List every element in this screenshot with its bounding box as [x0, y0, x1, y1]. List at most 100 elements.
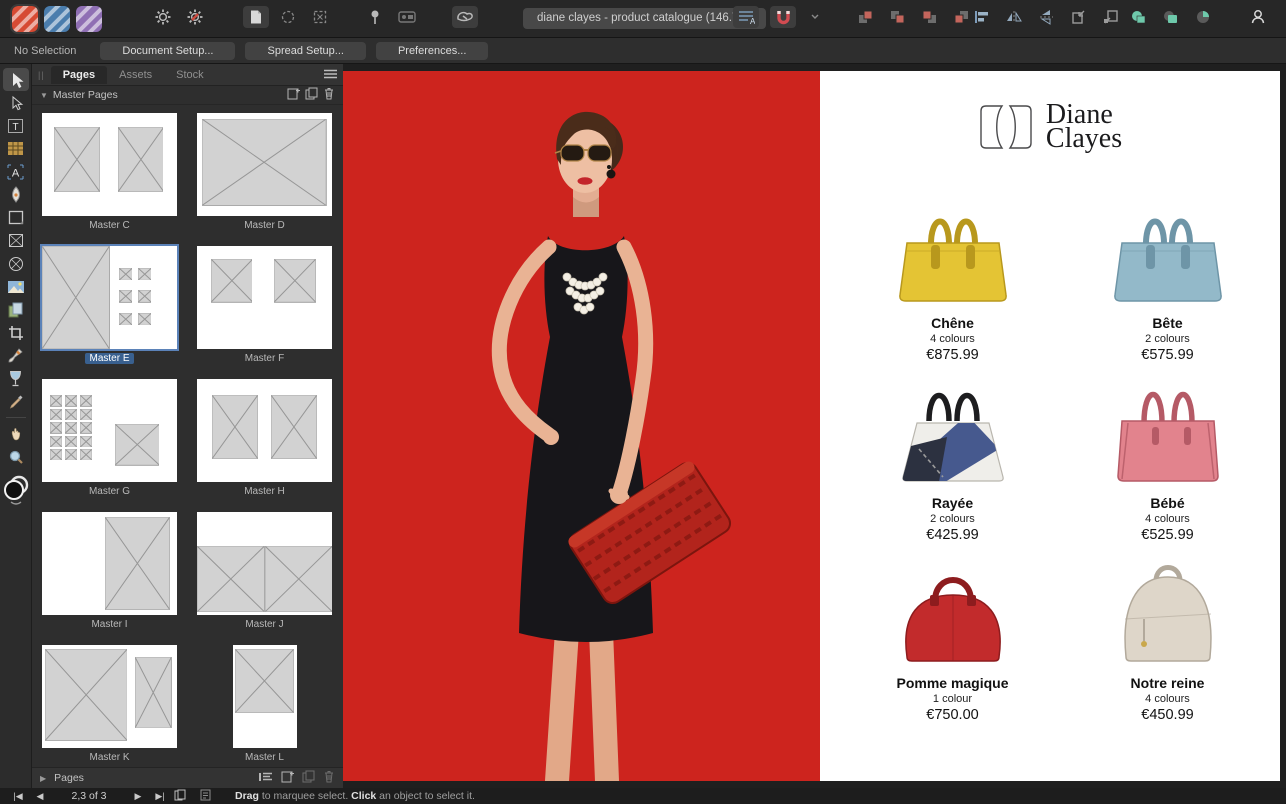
memory-card-icon[interactable] [394, 6, 420, 28]
preview-circle-icon[interactable] [275, 6, 301, 28]
pen-tool[interactable] [3, 183, 29, 206]
artistic-text-tool[interactable]: A [3, 160, 29, 183]
rect-picture-frame-tool[interactable] [3, 229, 29, 252]
text-styles-icon[interactable]: A [733, 6, 759, 28]
view-hand-tool[interactable] [3, 422, 29, 445]
product-item[interactable]: Bébé4 colours€525.99 [1075, 377, 1260, 543]
next-page-icon[interactable]: ▶ [130, 791, 146, 802]
zoom-tool[interactable] [3, 445, 29, 468]
boolean-subtract-icon[interactable] [1158, 6, 1184, 28]
hint-click: Click [351, 790, 376, 802]
master-page-thumbnail[interactable] [197, 113, 332, 216]
master-page-item[interactable]: Master F [197, 246, 332, 378]
tab-pages[interactable]: Pages [51, 66, 107, 84]
panel-grip-icon[interactable]: || [38, 70, 45, 80]
master-page-item[interactable]: Master C [42, 113, 177, 245]
colour-selector-well[interactable] [2, 474, 30, 511]
node-tool[interactable] [3, 91, 29, 114]
duplicate-page-icon[interactable] [302, 770, 315, 786]
last-page-icon[interactable]: ▶| [152, 791, 168, 802]
expand-chevron-icon[interactable]: ▶ [40, 774, 46, 783]
page-view-icon[interactable] [200, 789, 211, 804]
first-page-icon[interactable]: |◀ [10, 791, 26, 802]
persona-gear-icon[interactable] [182, 6, 208, 28]
insert-behind-icon[interactable] [1098, 6, 1124, 28]
product-item[interactable]: Rayée2 colours€425.99 [860, 377, 1045, 543]
master-page-item[interactable]: Master I [42, 512, 177, 644]
boolean-add-icon[interactable] [1126, 6, 1152, 28]
publisher-persona-icon[interactable] [12, 6, 38, 32]
chevron-down-icon[interactable] [802, 6, 828, 28]
tab-stock[interactable]: Stock [164, 66, 216, 84]
preview-document-icon[interactable] [243, 6, 269, 28]
master-page-item[interactable]: Master D [197, 113, 332, 245]
arrange-forward-icon[interactable] [884, 6, 910, 28]
master-page-thumbnail[interactable] [197, 379, 332, 482]
colour-picker-tool[interactable] [3, 390, 29, 413]
product-item[interactable]: Notre reine4 colours€450.99 [1075, 557, 1260, 723]
vector-brush-tool[interactable] [3, 344, 29, 367]
pages-section-header[interactable]: ▶ Pages [32, 767, 343, 788]
master-page-item[interactable]: Master J [197, 512, 332, 644]
flip-horizontal-icon[interactable] [1002, 6, 1028, 28]
duplicate-master-icon[interactable] [305, 87, 318, 103]
frame-text-tool[interactable]: T [3, 114, 29, 137]
settings-gear-icon[interactable] [150, 6, 176, 28]
photo-persona-icon[interactable] [76, 6, 102, 32]
product-item[interactable]: Pomme magique1 colour€750.00 [860, 557, 1045, 723]
transparency-tool[interactable] [3, 367, 29, 390]
boolean-divide-icon[interactable] [1190, 6, 1216, 28]
master-page-thumbnail[interactable] [42, 246, 177, 349]
delete-page-icon[interactable] [323, 770, 335, 786]
master-page-thumbnail[interactable] [197, 512, 332, 615]
master-page-thumbnail[interactable] [42, 645, 177, 748]
document-setup-button[interactable]: Document Setup... [100, 42, 235, 60]
previous-page-icon[interactable]: ◀ [32, 791, 48, 802]
preferences-button[interactable]: Preferences... [376, 42, 488, 60]
arrange-backward-icon[interactable] [916, 6, 942, 28]
tab-assets[interactable]: Assets [107, 66, 164, 84]
master-page-thumbnail[interactable] [42, 113, 177, 216]
crop-tool[interactable] [3, 321, 29, 344]
transform-mode-icon[interactable] [452, 6, 478, 28]
master-page-thumbnail[interactable] [42, 379, 177, 482]
asset-tool[interactable] [3, 298, 29, 321]
designer-persona-icon[interactable] [44, 6, 70, 32]
master-page-thumbnail[interactable] [42, 512, 177, 615]
panel-menu-icon[interactable] [324, 66, 337, 84]
add-master-icon[interactable] [287, 87, 300, 103]
page-left-photo[interactable] [343, 71, 820, 781]
master-page-item[interactable]: Master E [42, 246, 177, 378]
master-page-item[interactable]: Master K [42, 645, 177, 767]
master-page-thumbnail[interactable] [233, 645, 297, 748]
add-page-icon[interactable] [281, 770, 294, 786]
preview-frame-icon[interactable] [307, 6, 333, 28]
master-page-thumbnail[interactable] [197, 246, 332, 349]
insert-inside-icon[interactable] [1066, 6, 1092, 28]
move-tool[interactable] [3, 68, 29, 91]
delete-master-icon[interactable] [323, 87, 335, 103]
account-icon[interactable] [1245, 6, 1271, 28]
collapse-chevron-icon[interactable]: ▼ [40, 91, 48, 100]
place-image-tool[interactable] [3, 275, 29, 298]
spread-setup-button[interactable]: Spread Setup... [245, 42, 365, 60]
master-pages-header[interactable]: ▼ Master Pages [32, 86, 343, 105]
master-page-item[interactable]: Master L [197, 645, 332, 767]
alignment-icon[interactable] [970, 6, 996, 28]
master-page-item[interactable]: Master H [197, 379, 332, 511]
pages-options-icon[interactable] [259, 771, 273, 786]
snapping-magnet-icon[interactable] [770, 6, 796, 28]
flip-vertical-icon[interactable] [1034, 6, 1060, 28]
product-item[interactable]: Chêne4 colours€875.99 [860, 197, 1045, 363]
page-right-catalogue[interactable]: Diane Clayes Chêne4 colours€875.99 Bête2… [820, 71, 1280, 781]
table-tool[interactable] [3, 137, 29, 160]
product-item[interactable]: Bête2 colours€575.99 [1075, 197, 1260, 363]
placeholder-frame [80, 436, 92, 447]
rectangle-tool[interactable] [3, 206, 29, 229]
pin-icon[interactable] [362, 6, 388, 28]
document-canvas[interactable]: Diane Clayes Chêne4 colours€875.99 Bête2… [343, 64, 1286, 788]
spread-view-icon[interactable] [174, 789, 186, 804]
arrange-to-front-icon[interactable] [852, 6, 878, 28]
master-page-item[interactable]: Master G [42, 379, 177, 511]
ellipse-picture-frame-tool[interactable] [3, 252, 29, 275]
